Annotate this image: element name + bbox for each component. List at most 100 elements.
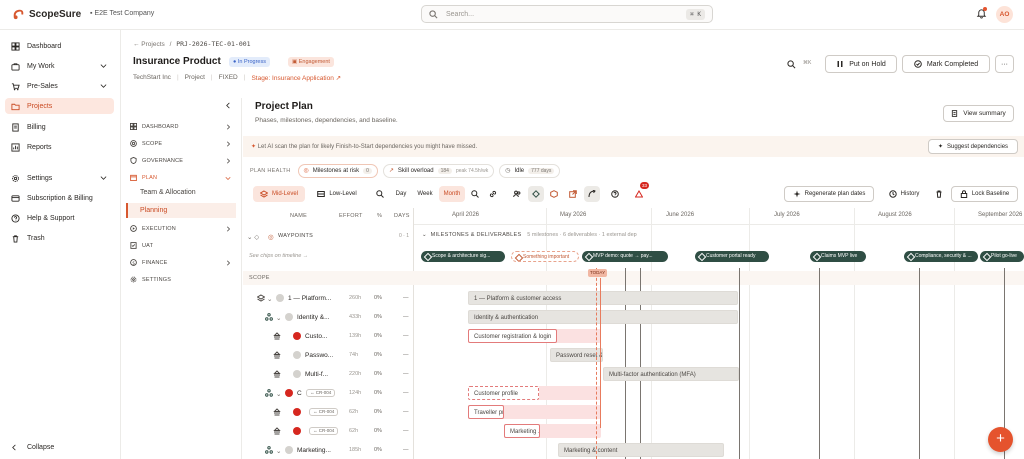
expand-chevron[interactable]: ⌄ [276, 314, 281, 322]
expand-chevron[interactable]: ⌄ [276, 447, 281, 455]
waypoints-chevron[interactable]: ⌄ ◇ [247, 233, 259, 241]
breadcrumb-projects-link[interactable]: ← Projects [133, 41, 165, 48]
milestone-toggle[interactable] [528, 186, 544, 202]
subnav-item-settings[interactable]: SETTINGS [130, 276, 235, 283]
milestone-chip[interactable]: Something important [511, 251, 579, 262]
subnav-item-scope[interactable]: SCOPE [130, 140, 235, 147]
week-view-button[interactable]: Week [413, 186, 437, 202]
waypoints-hint-row: See chips on timeline → [243, 250, 414, 264]
regenerate-plan-dates-button[interactable]: Regenerate plan dates [784, 186, 874, 202]
layers-icon [257, 294, 265, 302]
milestone-chip[interactable]: Pilot go-live [980, 251, 1024, 262]
subnav-item-finance[interactable]: $ FINANCE [130, 259, 235, 266]
external-dep-toggle[interactable] [566, 186, 580, 202]
sparkle-icon: ✦ [937, 144, 943, 150]
subnav-item-uat[interactable]: UAT [130, 242, 235, 249]
subnav-item-governance[interactable]: GOVERNANCE [130, 157, 235, 164]
sidebar-item-trash[interactable]: Trash [5, 230, 114, 246]
milestones-header[interactable]: ⌄ MILESTONES & DELIVERABLES 5 milestones… [422, 232, 637, 238]
dollar-icon: $ [130, 259, 137, 266]
sidebar-item-reports[interactable]: Reports [5, 139, 114, 155]
zoom-icon[interactable] [374, 186, 386, 202]
put-on-hold-button[interactable]: Put on Hold [825, 55, 897, 73]
deliverable-toggle[interactable] [547, 186, 561, 202]
table-row[interactable]: ⌄ Identity &... 433h 0% — [243, 308, 414, 327]
lock-baseline-button[interactable]: Lock Baseline [951, 186, 1018, 202]
help-button[interactable] [608, 186, 622, 202]
dashboard-icon [130, 123, 137, 130]
document-icon [952, 110, 958, 117]
more-options-button[interactable]: ··· [995, 55, 1014, 73]
suggest-dependencies-button[interactable]: ✦ Suggest dependencies [928, 139, 1018, 154]
link-icon [489, 190, 497, 198]
subnav-item-planning[interactable]: Planning [126, 203, 236, 218]
mid-level-toggle[interactable]: Mid-Level [253, 186, 305, 202]
gantt-bar[interactable]: Marketing & content [558, 443, 724, 457]
table-row[interactable]: ⌄ 1 — Platform... 260h 0% — [243, 289, 414, 308]
table-row[interactable]: ↔ CR-004 62h 0% — [243, 422, 414, 441]
expand-chevron[interactable]: ⌄ [276, 390, 281, 398]
table-row[interactable]: Passwo... 74h 0% — [243, 346, 414, 365]
sidebar-item-settings[interactable]: Settings [5, 170, 114, 186]
milestones-at-risk-pill[interactable]: ◎ Milestones at risk 0 [297, 163, 378, 178]
table-row[interactable]: Multi-f... 220h 0% — [243, 365, 414, 384]
history-button[interactable]: History [884, 186, 924, 202]
search-icon[interactable] [787, 60, 796, 69]
subnav-item-plan[interactable]: PLAN [130, 174, 235, 181]
chevron-left-icon[interactable] [225, 102, 232, 109]
search-button[interactable] [468, 186, 482, 202]
people-button[interactable] [510, 186, 524, 202]
gantt-bar[interactable]: 1 — Platform & customer access [468, 291, 738, 305]
gantt-bar[interactable]: Customer profile [468, 386, 539, 400]
avatar[interactable]: AO [996, 6, 1013, 23]
expand-chevron[interactable]: ⌄ [267, 295, 272, 303]
milestone-chip[interactable]: Claims MVP live [810, 251, 866, 262]
sidebar-item-projects[interactable]: Projects [5, 98, 114, 114]
sidebar-item-subscription[interactable]: Subscription & Billing [5, 190, 114, 206]
search-input[interactable]: Search... ⌘ K [421, 5, 713, 23]
subnav-item-team-allocation[interactable]: Team & Allocation [140, 189, 196, 196]
add-button[interactable]: + [988, 427, 1013, 452]
milestone-chip[interactable]: Customer portal ready [695, 251, 769, 262]
mark-completed-button[interactable]: Mark Completed [902, 55, 990, 73]
milestone-chip[interactable]: Scope & architecture sig... [421, 251, 505, 262]
sidebar-item-pre-sales[interactable]: Pre-Sales [5, 78, 114, 94]
app-logo[interactable]: ScopeSure [12, 8, 81, 21]
plan-subtitle: Phases, milestones, dependencies, and ba… [255, 117, 398, 124]
sidebar-item-dashboard[interactable]: Dashboard [5, 38, 114, 54]
subnav-item-dashboard[interactable]: DASHBOARD [130, 123, 235, 130]
idle-pill[interactable]: ◷ Idle 777 days [499, 163, 561, 178]
gantt-bar[interactable]: Identity & authentication [468, 310, 738, 324]
gantt-bar[interactable]: Traveller pr... [468, 405, 504, 419]
dependency-toggle[interactable] [584, 186, 600, 202]
low-level-toggle[interactable]: Low-Level [312, 186, 362, 202]
sidebar-collapse-button[interactable]: Collapse [11, 444, 54, 451]
stage-link[interactable]: Stage: Insurance Application ↗ [251, 74, 341, 82]
subnav-item-execution[interactable]: EXECUTION [130, 225, 235, 232]
table-row[interactable]: ⌄ Marketing... 185h 0% — [243, 441, 414, 459]
sidebar-item-my-work[interactable]: My Work [5, 58, 114, 74]
trash-icon [936, 190, 942, 198]
status-dot [276, 294, 284, 302]
stack-icon [273, 408, 281, 416]
skill-overload-pill[interactable]: ↗ Skill overload 184 peak 74.5h/wk [382, 163, 495, 178]
milestone-chip[interactable]: Compliance, security & ... [904, 251, 978, 262]
table-row[interactable]: ⌄ C ↔ CR-004 124h 0% — [243, 384, 414, 403]
alerts-button[interactable]: 33 [632, 182, 650, 202]
table-row[interactable]: Custo... 139h 0% — [243, 327, 414, 346]
milestone-chip[interactable]: MVP demo: quote → pay... [582, 251, 668, 262]
sidebar-item-billing[interactable]: Billing [5, 119, 114, 135]
waypoints-row[interactable]: ⌄ ◇ ◎ WAYPOINTS 0 · 1 [243, 229, 414, 246]
gantt-bar[interactable]: Customer registration & login [468, 329, 557, 343]
gantt-bar[interactable]: Multi-factor authentication (MFA) [603, 367, 739, 381]
month-view-button[interactable]: Month [439, 186, 465, 202]
sidebar-item-help[interactable]: Help & Support [5, 210, 114, 226]
waypoints-count: 0 · 1 [399, 233, 410, 239]
delete-button[interactable] [933, 186, 945, 202]
gantt-bar[interactable]: Marketing ... [504, 424, 540, 438]
view-summary-button[interactable]: View summary [943, 105, 1014, 122]
day-view-button[interactable]: Day [391, 186, 411, 202]
table-row[interactable]: ↔ CR-004 62h 0% — [243, 403, 414, 422]
link-button[interactable] [486, 186, 500, 202]
priority-dot [293, 408, 301, 416]
